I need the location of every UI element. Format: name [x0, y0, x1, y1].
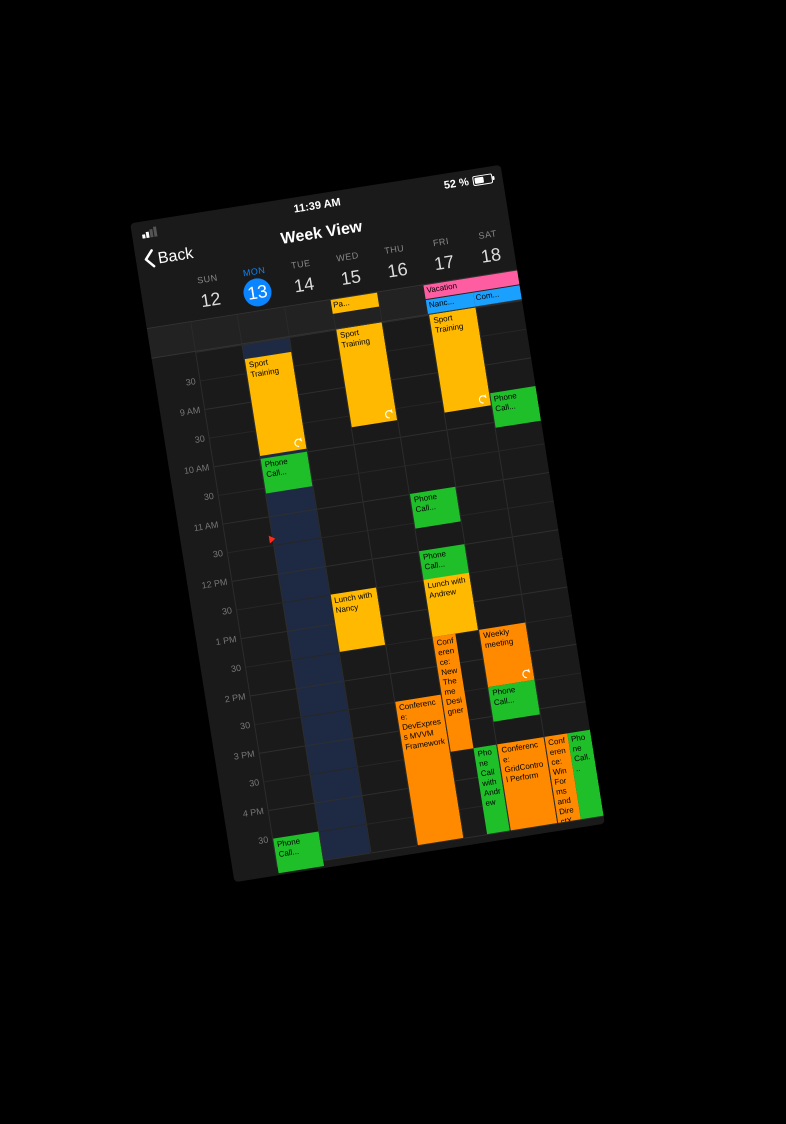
time-label: 30	[258, 834, 269, 845]
day-number: 12	[195, 284, 227, 316]
time-label: 2 PM	[224, 691, 246, 704]
chevron-left-icon	[140, 247, 158, 274]
recurring-icon	[477, 393, 488, 404]
day-header-sat[interactable]: SAT18	[463, 224, 517, 277]
time-label: 30	[239, 720, 250, 731]
day-header-sun[interactable]: SUN12	[183, 268, 237, 321]
day-number: 13	[241, 276, 273, 308]
calendar-event[interactable]: Phone Call...	[261, 452, 312, 494]
day-number: 16	[381, 254, 413, 286]
day-header-mon[interactable]: MON13	[230, 261, 284, 314]
time-label: 12 PM	[201, 577, 228, 591]
back-label: Back	[157, 245, 195, 268]
time-label: 30	[194, 433, 205, 444]
day-number: 15	[335, 262, 367, 294]
recurring-icon	[520, 668, 531, 679]
day-number: 18	[475, 239, 507, 271]
time-label: 30	[185, 376, 196, 387]
day-header-fri[interactable]: FRI17	[416, 231, 470, 284]
phone-screen: 11:39 AM 52 % Back Week View SUN12MON13T…	[130, 165, 605, 882]
calendar-event[interactable]: Phone Call...	[273, 831, 324, 873]
time-label: 9 AM	[179, 405, 201, 418]
time-label: 11 AM	[193, 519, 219, 533]
recurring-icon	[384, 408, 395, 419]
day-number: 14	[288, 269, 320, 301]
time-label: 1 PM	[215, 634, 237, 647]
time-label: 30	[203, 491, 214, 502]
time-label: 4 PM	[242, 806, 264, 819]
back-button[interactable]: Back	[140, 242, 195, 275]
calendar-event[interactable]: Phone Call...	[488, 680, 539, 722]
page-title: Week View	[280, 218, 364, 249]
calendar-event[interactable]: Phone Call...	[490, 386, 541, 428]
time-label: 30	[221, 605, 232, 616]
time-label: 3 PM	[233, 749, 255, 762]
time-label: 30	[248, 777, 259, 788]
time-gutter-header	[140, 276, 191, 328]
day-header-thu[interactable]: THU16	[370, 239, 424, 292]
time-label: 10 AM	[183, 462, 210, 476]
day-number: 17	[428, 247, 460, 279]
calendar-grid[interactable]: 30 9 AM 30 10 AM 30 11 AM 30 12 PM 30 1 PM 30 2 PM 3…	[152, 300, 605, 882]
day-header-wed[interactable]: WED15	[323, 246, 377, 299]
day-header-tue[interactable]: TUE14	[276, 254, 330, 307]
time-label: 30	[212, 548, 223, 559]
calendar-event[interactable]: Phone Call...	[410, 487, 461, 529]
time-label: 30	[230, 663, 241, 674]
recurring-icon	[292, 437, 303, 448]
